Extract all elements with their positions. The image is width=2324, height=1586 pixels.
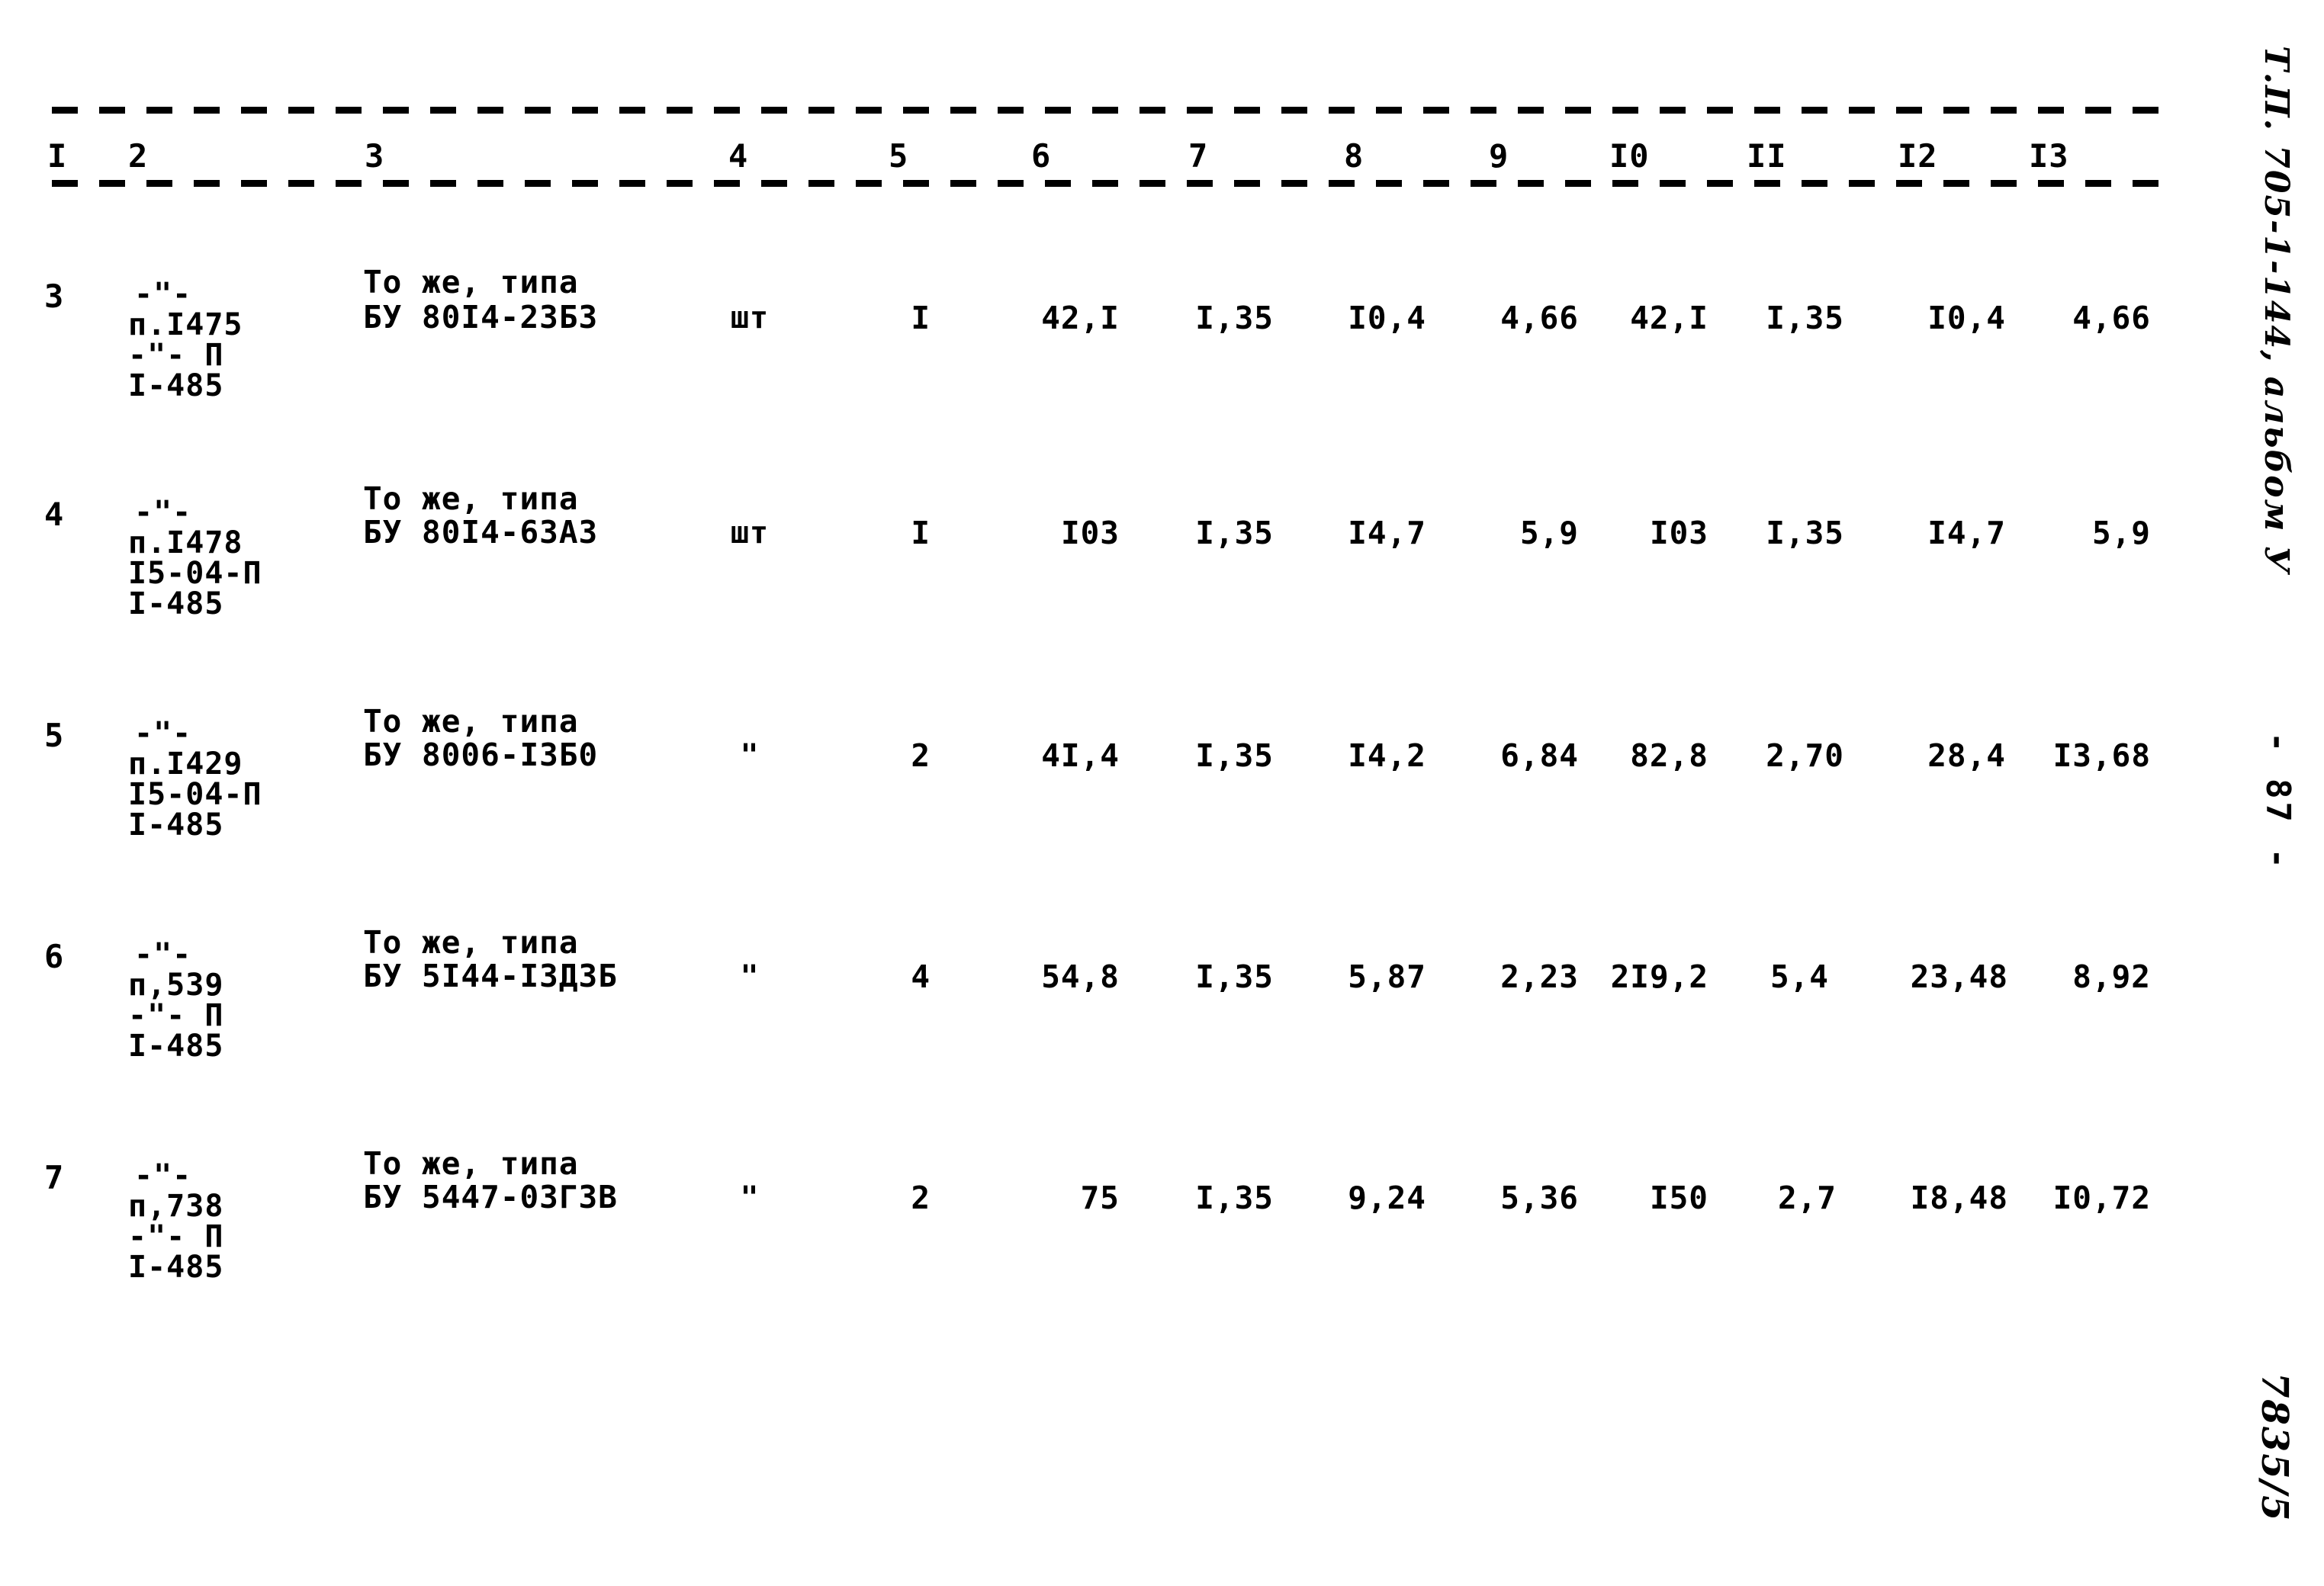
row-value-7: I,35 [1195,300,1274,336]
document-page: I 2 3 4 5 6 7 8 9 I0 II I2 I3 3 -"- п.I4… [0,0,2324,1586]
row-value-10: 42,I [1630,300,1708,336]
document-stamp: Т.П. 705-1-144, альбом У [2257,46,2296,575]
row-value-8: 5,87 [1348,958,1426,995]
row-value-8: 9,24 [1348,1180,1426,1216]
row-value-7: I,35 [1195,1180,1274,1216]
row-value-11: I,35 [1766,515,1844,551]
column-header-6: 6 [1031,137,1052,175]
row-qty: I [911,515,931,551]
row-ref-line: I-485 [128,807,224,843]
row-value-8: I4,7 [1348,515,1426,551]
page-number: - 87 - [2258,732,2297,872]
row-qty: 4 [911,958,931,995]
table-row: 3 [44,278,65,315]
row-value-6: I03 [1060,515,1120,551]
column-header-7: 7 [1188,137,1209,175]
row-value-10: 2I9,2 [1610,958,1708,995]
row-name-line: БУ 8006-I3Б0 [363,737,599,773]
row-value-10: I03 [1649,515,1708,551]
document-code: 7835/5 [2253,1372,2296,1523]
column-header-12: I2 [1898,137,1938,175]
row-value-13: I3,68 [2052,737,2151,774]
row-unit: " [740,738,760,773]
row-value-6: 42,I [1041,300,1120,336]
row-value-10: I50 [1649,1180,1708,1216]
row-value-7: I,35 [1195,737,1274,774]
row-name-line: БУ 5447-03Г3В [363,1179,618,1215]
row-value-9: 6,84 [1500,737,1579,774]
row-unit: " [740,959,760,994]
row-value-13: 5,9 [2091,515,2151,551]
column-header-13: I3 [2029,137,2069,175]
row-name-line: БУ 5I44-I3Д3Б [363,958,618,994]
column-header-1: I [47,137,68,175]
row-value-13: I0,72 [2052,1180,2151,1216]
row-value-9: 2,23 [1500,958,1579,995]
row-ref-line: I-485 [128,368,224,403]
row-value-9: 5,9 [1519,515,1579,551]
row-value-12: I0,4 [1927,300,2006,336]
row-name-line: БУ 80I4-23Б3 [363,299,599,336]
row-value-12: I4,7 [1927,515,2006,551]
row-qty: I [911,300,931,336]
row-ref-line: I-485 [128,1029,224,1064]
row-value-6: 54,8 [1041,958,1120,995]
column-header-4: 4 [728,137,749,175]
row-value-8: I4,2 [1348,737,1426,774]
row-ref-line: I-485 [128,586,224,621]
row-unit: шт [730,300,770,336]
row-value-10: 82,8 [1630,737,1708,774]
column-header-5: 5 [889,137,909,175]
table-row: 5 [44,717,65,754]
row-qty: 2 [911,1180,931,1216]
column-header-3: 3 [365,137,385,175]
table-row: 6 [44,938,65,975]
row-unit: " [740,1180,760,1215]
row-qty: 2 [911,737,931,774]
row-value-6: 4I,4 [1041,737,1120,774]
row-ref-line: I-485 [128,1250,224,1285]
row-value-11: 2,70 [1766,737,1844,774]
column-header-8: 8 [1344,137,1365,175]
column-header-11: II [1747,137,1787,175]
row-value-12: I8,48 [1910,1180,2008,1216]
table-row: 7 [44,1159,65,1196]
row-value-13: 8,92 [2072,958,2151,995]
row-value-12: 28,4 [1927,737,2006,774]
row-unit: шт [730,515,770,551]
row-value-12: 23,48 [1910,958,2008,995]
row-value-7: I,35 [1195,515,1274,551]
column-header-2: 2 [128,137,149,175]
table-row: 4 [44,496,65,533]
row-value-7: I,35 [1195,958,1274,995]
row-name-line: БУ 80I4-63А3 [363,514,599,551]
row-name-line: То же, типа [363,264,579,300]
row-value-13: 4,66 [2072,300,2151,336]
row-value-11: 5,4 [1770,958,1829,995]
row-value-9: 4,66 [1500,300,1579,336]
row-value-6: 75 [1080,1180,1120,1216]
row-value-8: I0,4 [1348,300,1426,336]
column-header-9: 9 [1489,137,1509,175]
table: I 2 3 4 5 6 7 8 9 I0 II I2 I3 3 -"- п.I4… [0,0,2181,1586]
row-value-11: 2,7 [1777,1180,1837,1216]
column-header-10: I0 [1609,137,1650,175]
row-value-9: 5,36 [1500,1180,1579,1216]
row-value-11: I,35 [1766,300,1844,336]
